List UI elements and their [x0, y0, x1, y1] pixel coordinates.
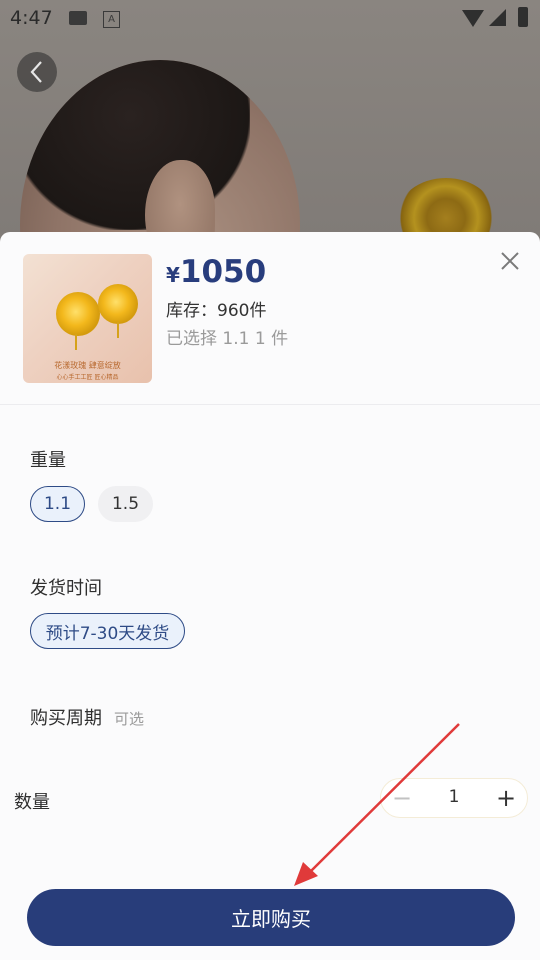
status-bar: 4:47 A — [0, 0, 540, 36]
increase-button[interactable]: + — [495, 783, 517, 813]
optional-hint: 可选 — [114, 710, 145, 728]
close-button[interactable] — [498, 250, 522, 274]
battery-charging-icon — [518, 7, 528, 27]
quantity-stepper: − 1 + — [380, 778, 528, 818]
product-thumbnail: 花漾玫瑰 肆意绽放 心心手工工匠 匠心精品 — [23, 254, 152, 383]
chevron-left-icon — [30, 61, 42, 83]
product-hero-image — [0, 0, 540, 390]
currency-symbol: ¥ — [166, 263, 180, 287]
thumbnail-caption: 花漾玫瑰 肆意绽放 — [54, 361, 121, 370]
earring-post-left — [75, 334, 77, 350]
hair-shape — [20, 60, 250, 230]
status-time: 4:47 — [10, 7, 53, 29]
divider — [0, 404, 540, 405]
quantity-value[interactable]: 1 — [435, 787, 473, 807]
price: ¥1050 — [166, 254, 266, 290]
price-value: 1050 — [179, 254, 267, 290]
weight-option-1-1[interactable]: 1.1 — [30, 486, 85, 522]
shipping-time-label: 发货时间 — [30, 578, 102, 599]
text-a-icon: A — [103, 11, 120, 28]
thumbnail-caption-small: 心心手工工匠 匠心精品 — [56, 374, 119, 381]
back-button[interactable] — [17, 52, 57, 92]
quantity-label: 数量 — [14, 792, 50, 813]
shipping-option[interactable]: 预计7-30天发货 — [30, 613, 185, 649]
cell-signal-icon — [489, 9, 506, 26]
sku-selection-sheet: 花漾玫瑰 肆意绽放 心心手工工匠 匠心精品 ¥1050 库存：960件 已选择 … — [0, 232, 540, 960]
weight-option-1-5[interactable]: 1.5 — [98, 486, 153, 522]
rose-earring-left — [56, 292, 100, 336]
earring-post-right — [117, 322, 119, 338]
wifi-icon — [462, 10, 484, 27]
close-icon — [501, 252, 519, 270]
stock-text: 库存：960件 — [166, 301, 267, 321]
selected-spec-text: 已选择 1.1 1 件 — [166, 329, 289, 349]
purchase-cycle-label: 购买周期 — [30, 708, 102, 729]
buy-now-button[interactable]: 立即购买 — [27, 889, 515, 946]
image-icon — [69, 11, 87, 25]
decrease-button[interactable]: − — [391, 783, 413, 813]
weight-label: 重量 — [30, 450, 66, 471]
rose-earring-right — [98, 284, 138, 324]
purchase-cycle-row: 购买周期 可选 — [30, 704, 144, 730]
